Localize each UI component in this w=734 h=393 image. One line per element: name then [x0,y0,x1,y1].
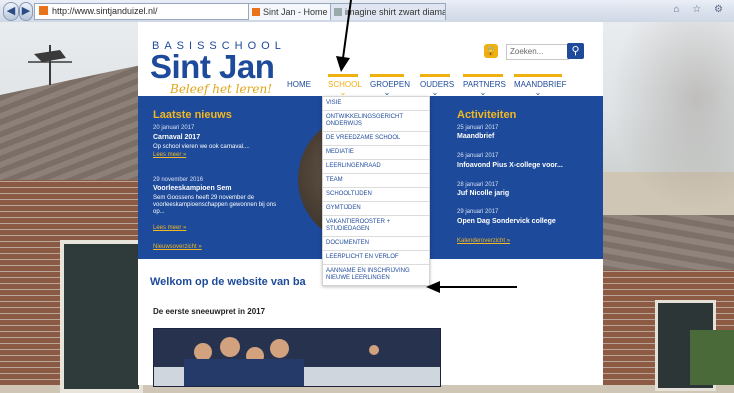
left-arrow-head-icon [426,281,440,293]
down-arrow-line [342,0,352,59]
down-arrow-head-icon [336,56,350,72]
annotation-arrows [336,0,517,293]
